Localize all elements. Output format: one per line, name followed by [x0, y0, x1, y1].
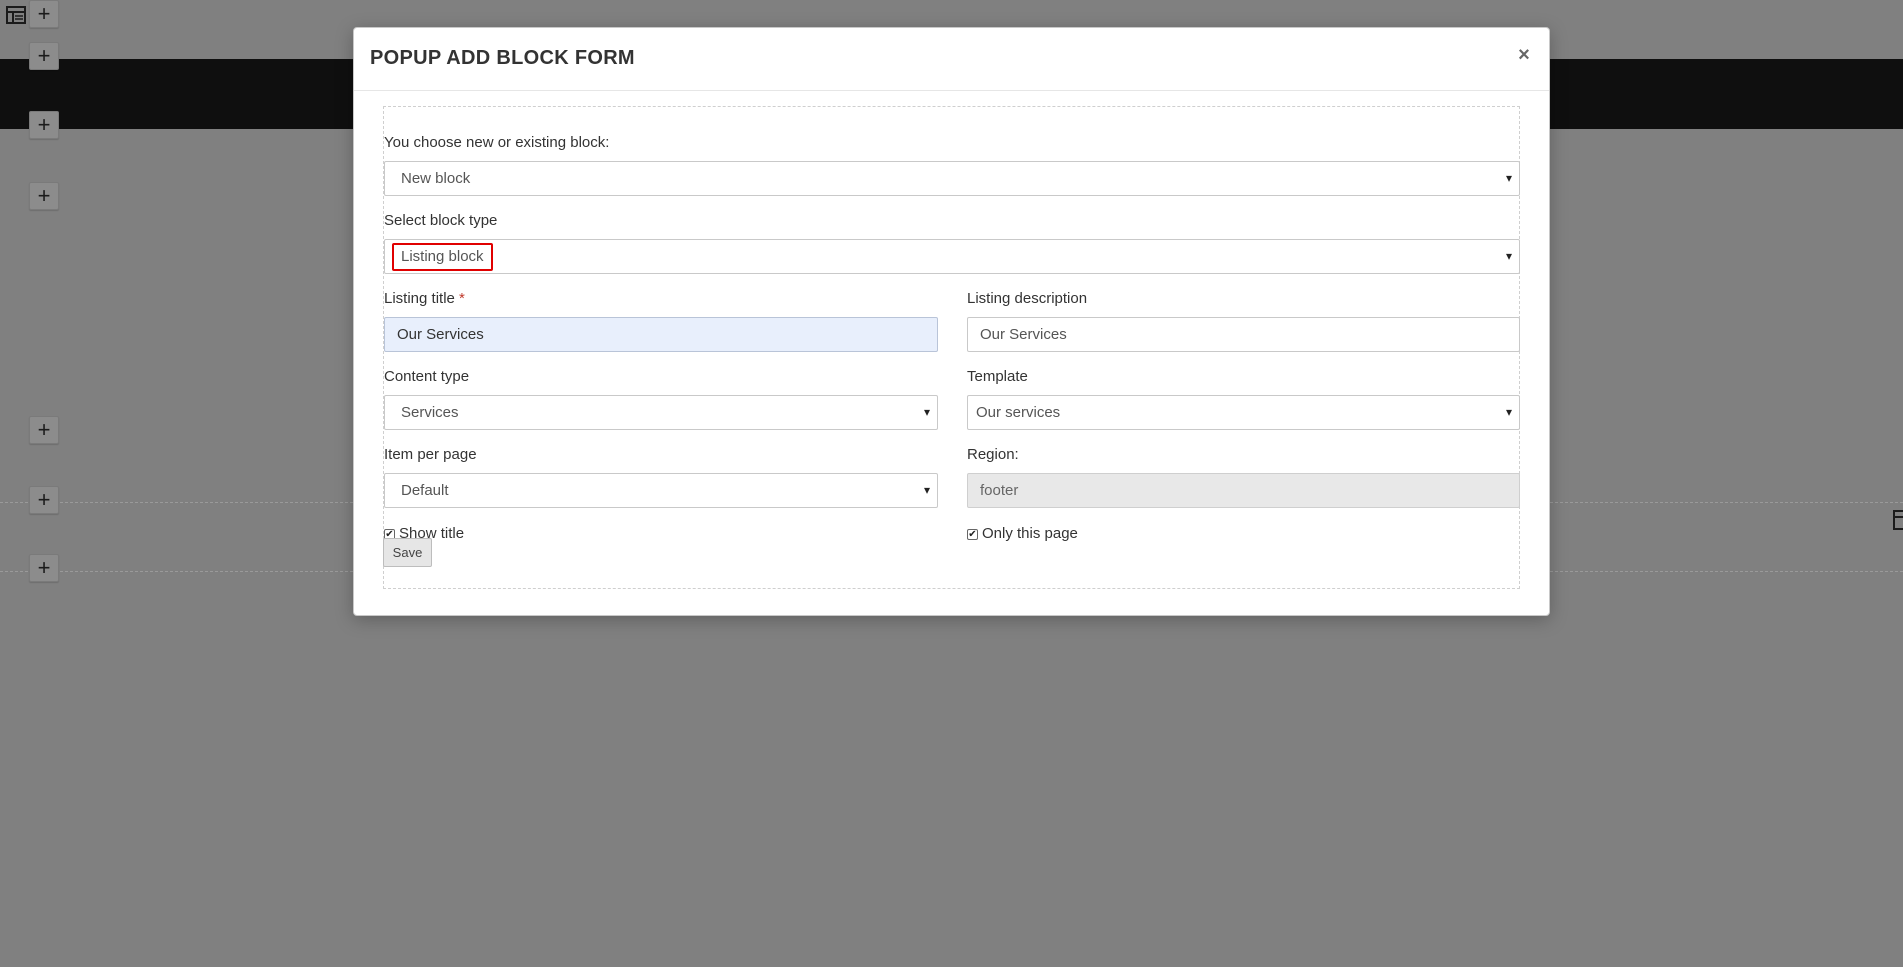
save-button[interactable]: Save [383, 538, 432, 567]
add-block-button[interactable]: + [29, 42, 59, 70]
add-block-button[interactable]: + [29, 486, 59, 514]
item-per-page-label: Item per page [384, 446, 477, 463]
listing-description-label: Listing description [967, 290, 1088, 307]
content-type-label: Content type [384, 368, 470, 385]
close-button[interactable]: × [1513, 42, 1535, 68]
block-type-label: Select block type [384, 212, 498, 229]
add-block-button[interactable]: + [29, 182, 59, 210]
listing-description-input[interactable]: Our Services [967, 317, 1520, 352]
add-block-modal: POPUP ADD BLOCK FORM × You choose new or… [353, 27, 1550, 616]
modal-title: POPUP ADD BLOCK FORM [370, 47, 635, 69]
template-label: Template [967, 368, 1028, 385]
only-this-page-label: Only this page [982, 525, 1078, 542]
block-type-highlight [392, 243, 493, 271]
block-type-select[interactable]: Listing block [384, 239, 1520, 274]
layout-icon[interactable] [5, 4, 27, 26]
add-block-button[interactable]: + [29, 416, 59, 444]
template-select[interactable]: Our services [967, 395, 1520, 430]
add-block-button[interactable]: + [29, 111, 59, 139]
required-mark: * [459, 290, 465, 307]
choose-block-label: You choose new or existing block: [384, 134, 610, 151]
add-block-button[interactable]: + [29, 0, 59, 28]
region-label: Region: [967, 446, 1019, 463]
content-type-select[interactable]: Services [384, 395, 938, 430]
add-block-button[interactable]: + [29, 554, 59, 582]
choose-block-select[interactable]: New block [384, 161, 1520, 196]
listing-title-input[interactable]: Our Services [384, 317, 938, 352]
block-form: You choose new or existing block: New bl… [383, 106, 1520, 589]
listing-title-label: Listing title * [384, 290, 465, 307]
modal-header: POPUP ADD BLOCK FORM × [354, 28, 1549, 91]
listing-title-label-text: Listing title [384, 290, 455, 307]
region-field: footer [967, 473, 1520, 508]
only-this-page-checkbox-row[interactable]: ✔ Only this page [967, 525, 1078, 542]
only-this-page-checkbox[interactable]: ✔ [967, 529, 978, 540]
item-per-page-select[interactable]: Default [384, 473, 938, 508]
layout-icon[interactable] [1893, 509, 1903, 531]
